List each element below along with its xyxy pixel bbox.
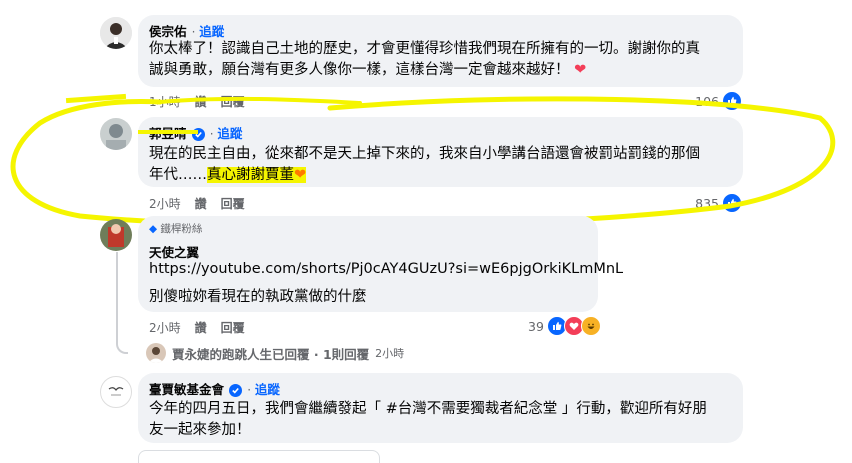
red-heart-icon: ❤ [569,62,587,78]
comment-text-4-line-2: 友一起來參加！ [149,422,251,438]
highlight-underline-name [138,130,198,134]
fan-badge-label: 鐵桿粉絲 [160,223,203,235]
comment-bubble-1: 侯宗佑 · 追蹤 你太棒了！認識自己土地的歷史，才會更懂得珍惜我們現在所擁有的一… [138,15,743,87]
reply-summary-text[interactable]: 賈永婕的跑跳人生已回覆 · 1則回覆 [172,344,369,363]
youtube-link[interactable]: https://youtube.com/shorts/Pj0cAY4GUzU?s… [149,259,623,280]
comment-author-4[interactable]: 臺賈敏基金會 [149,382,224,397]
comment-text-1-line-2: 誠與勇敢，願台灣有更多人像你一樣，這樣台灣一定會越來越好！ [149,62,570,78]
comment-text-4-line-1: 今年的四月五日，我們會繼續發起「 #台灣不需要獨裁者紀念堂 」行動，歡迎所有好朋 [149,401,707,417]
comment-bubble-3: ◆ 鐵桿粉絲 天使之翼 https://youtube.com/shorts/P… [138,216,623,312]
thread-line [116,252,128,354]
partial-card [138,450,380,463]
comment-text-3: 別傻啦妳看現在的執政黨做的什麼 [149,289,367,305]
follow-button-1[interactable]: 追蹤 [199,24,224,39]
reaction-count-3[interactable]: 39 [528,316,601,336]
diamond-badge-icon: ◆ [149,223,158,235]
person-photo-icon [100,219,132,251]
avatar-commenter-4[interactable] [100,376,132,408]
comment-author-1[interactable]: 侯宗佑 [149,24,187,39]
avatar-commenter-1[interactable] [100,17,132,49]
reply-summary-time: 2小時 [375,347,405,360]
follow-button-4[interactable]: 追蹤 [255,382,280,397]
comment-bubble-4: 臺賈敏基金會 · 追蹤 今年的四月五日，我們會繼續發起「 #台灣不需要獨裁者紀念… [138,373,743,443]
comment-text-1-line-1: 你太棒了！認識自己土地的歷史，才會更懂得珍惜我們現在所擁有的一切。謝謝你的真 [149,41,700,57]
comment-time-3[interactable]: 2小時 [149,319,181,336]
verified-badge-icon [229,384,243,397]
person-photo-icon [148,347,164,363]
reply-summary-row[interactable]: 賈永婕的跑跳人生已回覆 · 1則回覆 2小時 [146,343,404,363]
avatar-commenter-3[interactable] [100,219,132,251]
person-photo-icon [100,17,132,49]
reply-button-3[interactable]: 回覆 [221,319,245,336]
like-button-3[interactable]: 讚 [195,319,207,336]
reply-author-avatar [146,343,166,363]
haha-reaction-icon [580,316,601,336]
foundation-logo-icon [108,387,124,396]
